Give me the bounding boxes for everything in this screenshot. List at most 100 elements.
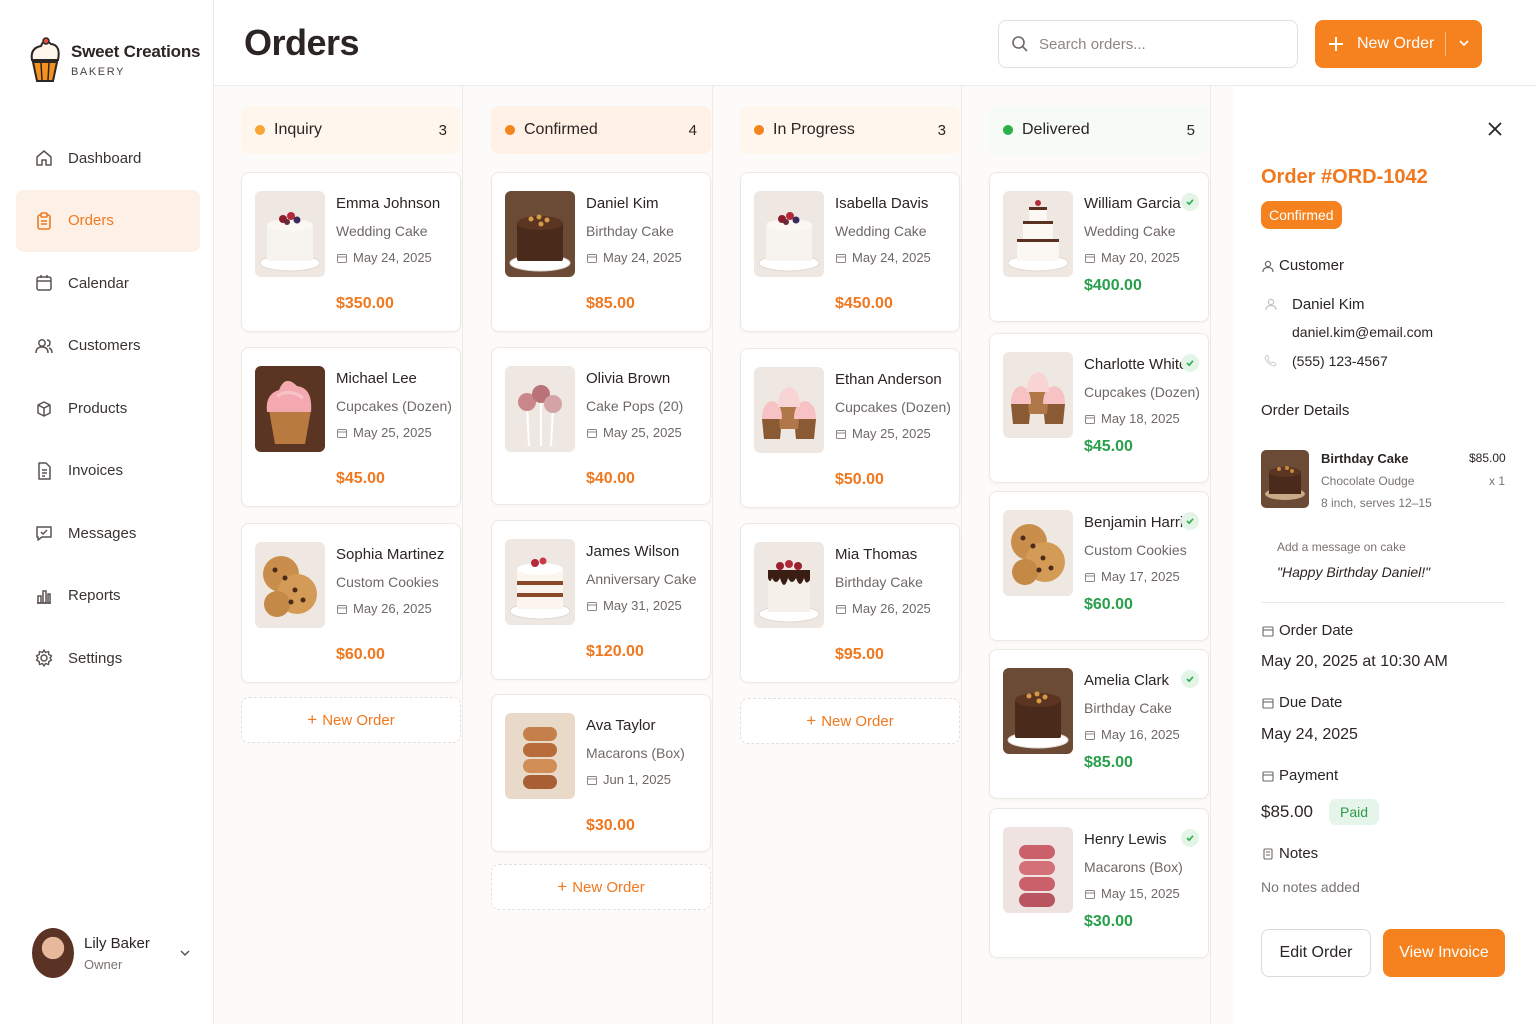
order-date: May 24, 2025 (586, 250, 682, 265)
sidebar-item-dashboard[interactable]: Dashboard (16, 127, 200, 189)
customer-name: Charlotte White (1084, 356, 1188, 373)
plus-icon: + (806, 711, 817, 730)
order-date: May 18, 2025 (1084, 411, 1180, 426)
order-date: May 16, 2025 (1084, 727, 1180, 742)
order-card[interactable]: Henry Lewis Macarons (Box) May 15, 2025 $30… (989, 808, 1209, 958)
sidebar-item-label: Products (68, 399, 128, 417)
due-date-label: Due Date (1261, 694, 1342, 711)
check-icon (1181, 512, 1199, 530)
order-date: May 17, 2025 (1084, 569, 1180, 584)
calendar-icon (587, 601, 597, 611)
order-card[interactable]: Daniel Kim Birthday Cake May 24, 2025 $85.0… (491, 172, 711, 332)
order-card[interactable]: James Wilson Anniversary Cake May 31, 2025… (491, 520, 711, 680)
order-card[interactable]: Ava Taylor Macarons (Box) Jun 1, 2025 $30.0… (491, 694, 711, 852)
product-name: Birthday Cake (835, 574, 923, 590)
date-text: May 24, 2025 (603, 250, 682, 265)
button-divider (1445, 32, 1446, 56)
status-dot (255, 125, 265, 135)
product-image (1003, 827, 1073, 913)
product-image (255, 191, 325, 277)
page-title: Orders (244, 22, 360, 63)
search-box[interactable] (998, 20, 1298, 68)
order-detail-panel: Order #ORD-1042 Confirmed Customer Danie… (1233, 86, 1536, 1024)
column-title: In Progress (773, 121, 855, 138)
order-date-label: Order Date (1261, 622, 1353, 639)
order-card[interactable]: Emma Johnson Wedding Cake May 24, 2025 $350… (241, 172, 461, 332)
user-icon (1265, 298, 1277, 311)
add-order-button[interactable]: + New Order (241, 697, 461, 743)
order-card[interactable]: William Garcia Wedding Cake May 20, 2025 $4… (989, 172, 1209, 322)
brand-name: Sweet Creations (71, 42, 201, 61)
order-card[interactable]: Sophia Martinez Custom Cookies May 26, 202… (241, 523, 461, 683)
view-invoice-button[interactable]: View Invoice (1383, 929, 1505, 977)
customer-name: Daniel Kim (586, 195, 659, 212)
brand-subtitle: BAKERY (71, 66, 126, 78)
order-card[interactable]: Ethan Anderson Cupcakes (Dozen) May 25, 20… (740, 348, 960, 508)
sidebar-item-calendar[interactable]: Calendar (16, 252, 200, 314)
order-card[interactable]: Michael Lee Cupcakes (Dozen) May 25, 2025 $… (241, 347, 461, 507)
sidebar-item-invoices[interactable]: Invoices (16, 440, 200, 502)
chevron-down-icon[interactable] (178, 946, 192, 960)
item-name: Birthday Cake (1321, 451, 1409, 466)
product-image (255, 542, 325, 628)
customer-name: Emma Johnson (336, 195, 441, 212)
product-name: Cake Pops (20) (586, 398, 684, 414)
brand-logo[interactable]: Sweet Creations BAKERY (28, 36, 200, 84)
customer-email[interactable]: daniel.kim@email.com (1292, 324, 1433, 340)
customer-section-label: Customer (1261, 257, 1344, 274)
sidebar: Sweet Creations BAKERY Dashboard Orders … (0, 0, 214, 1024)
product-image (754, 367, 824, 453)
order-card[interactable]: Charlotte White Cupcakes (Dozen) May 18, 2… (989, 333, 1209, 483)
order-price: $95.00 (835, 646, 884, 663)
column-inquiry: Inquiry 3 Emma Johnson Wedding Cake May 24, … (214, 86, 463, 1024)
column-header: Delivered 5 (989, 106, 1209, 154)
sidebar-item-customers[interactable]: Customers (16, 315, 200, 377)
close-icon[interactable] (1485, 119, 1505, 139)
plus-icon: + (307, 710, 318, 729)
customer-name: Olivia Brown (586, 370, 671, 387)
document-icon (38, 461, 51, 480)
user-menu[interactable]: Lily Baker Owner (32, 928, 192, 978)
new-order-button[interactable]: New Order (1315, 20, 1482, 68)
order-price: $400.00 (1084, 277, 1142, 294)
item-size: 8 inch, serves 12–15 (1321, 496, 1432, 510)
sidebar-item-reports[interactable]: Reports (16, 565, 200, 627)
notes-label: Notes (1261, 845, 1318, 862)
customer-name: Mia Thomas (835, 546, 918, 563)
product-image (1003, 668, 1073, 754)
order-id: Order #ORD-1042 (1261, 166, 1428, 188)
search-input[interactable] (1039, 35, 1279, 53)
order-date: May 15, 2025 (1084, 886, 1180, 901)
sidebar-item-orders[interactable]: Orders (16, 189, 200, 252)
order-price: $85.00 (586, 295, 635, 312)
plus-icon: + (557, 877, 568, 896)
product-name: Custom Cookies (1084, 542, 1187, 558)
sidebar-item-products[interactable]: Products (16, 377, 200, 439)
sidebar-nav: Dashboard Orders Calendar Customers Prod… (16, 127, 200, 690)
plus-icon (1315, 36, 1357, 52)
order-card[interactable]: Isabella Davis Wedding Cake May 24, 2025 $4… (740, 172, 960, 332)
order-date: May 25, 2025 (835, 426, 931, 441)
order-card[interactable]: Mia Thomas Birthday Cake May 26, 2025 $95.0… (740, 523, 960, 683)
sidebar-item-label: Orders (68, 212, 114, 229)
date-text: May 17, 2025 (1101, 569, 1180, 584)
bar-chart-icon (37, 589, 51, 604)
sidebar-item-messages[interactable]: Messages (16, 502, 200, 564)
user-icon (1262, 260, 1274, 272)
item-price: $85.00 (1469, 451, 1506, 465)
edit-order-button[interactable]: Edit Order (1261, 929, 1371, 977)
order-card[interactable]: Benjamin Harris Custom Cookies May 17, 202… (989, 491, 1209, 641)
calendar-icon (337, 428, 347, 438)
chevron-down-icon[interactable] (1458, 37, 1470, 49)
product-name: Macarons (Box) (1084, 859, 1183, 875)
order-card[interactable]: Amelia Clark Birthday Cake May 16, 2025 $85… (989, 649, 1209, 799)
order-date: May 20, 2025 at 10:30 AM (1261, 653, 1448, 670)
add-order-button[interactable]: + New Order (491, 864, 711, 910)
user-name: Lily Baker (84, 934, 150, 952)
add-order-button[interactable]: + New Order (740, 698, 960, 744)
sidebar-item-settings[interactable]: Settings (16, 627, 200, 689)
calendar-icon (337, 253, 347, 263)
order-date: May 26, 2025 (336, 601, 432, 616)
order-card[interactable]: Olivia Brown Cake Pops (20) May 25, 2025 $4… (491, 347, 711, 505)
customer-name: Daniel Kim (1292, 296, 1365, 313)
